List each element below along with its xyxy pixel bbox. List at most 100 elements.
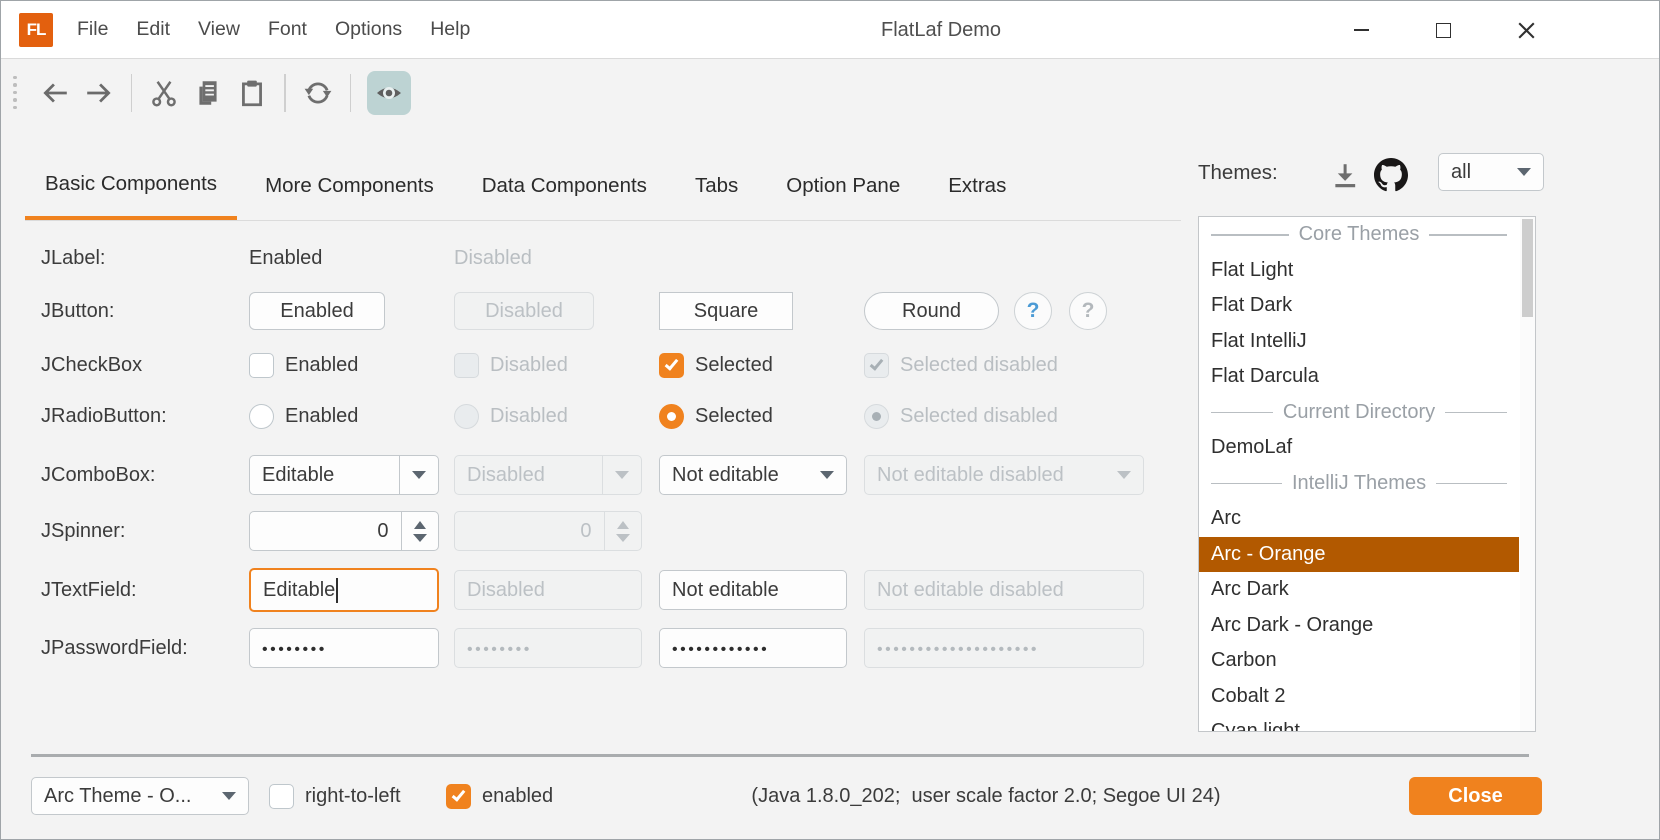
themes-label: Themes:	[1198, 161, 1278, 185]
checkbox-box-checked	[659, 353, 684, 378]
cut-button[interactable]	[142, 71, 186, 115]
paste-icon	[237, 78, 267, 108]
row-jlabel: JLabel: Enabled Disabled	[41, 243, 1186, 273]
theme-item-flat-dark[interactable]: Flat Dark	[1199, 288, 1519, 324]
tab-extras[interactable]: Extras	[928, 151, 1026, 220]
jbutton-enabled[interactable]: Enabled	[249, 292, 385, 330]
close-window-button[interactable]	[1498, 1, 1554, 59]
enabled-checkbox[interactable]: enabled	[446, 777, 553, 815]
paste-button[interactable]	[230, 71, 274, 115]
jbutton-round[interactable]: Round	[864, 292, 999, 330]
themes-scrollbar[interactable]	[1520, 217, 1535, 731]
menu-view[interactable]: View	[184, 1, 254, 59]
jbutton-help-gray[interactable]: ?	[1069, 292, 1107, 330]
menu-options[interactable]: Options	[321, 1, 416, 59]
forward-button[interactable]	[77, 71, 121, 115]
textfield-not-editable[interactable]: Not editable	[659, 570, 847, 610]
close-icon	[1518, 22, 1535, 39]
theme-item-arc-dark[interactable]: Arc Dark	[1199, 572, 1519, 608]
checkbox-box-checked	[864, 353, 889, 378]
tab-tabs[interactable]: Tabs	[675, 151, 758, 220]
jcombobox-row-label: JComboBox:	[41, 464, 156, 487]
tabbar: Basic Components More Components Data Co…	[25, 151, 1181, 221]
theme-filter-value: all	[1439, 161, 1505, 184]
theme-group-separator: Current Directory	[1199, 395, 1519, 431]
theme-item-arc-orange-selected[interactable]: Arc - Orange	[1199, 537, 1519, 573]
titlebar: FL File Edit View Font Options Help Flat…	[1, 1, 1659, 59]
jbutton-square[interactable]: Square	[659, 292, 793, 330]
right-to-left-checkbox[interactable]: right-to-left	[269, 777, 401, 815]
checkbox-selected[interactable]: Selected	[659, 353, 773, 378]
textfield-disabled: Disabled	[454, 570, 642, 610]
spinner-buttons[interactable]	[402, 521, 438, 542]
theme-item-arc-dark-orange[interactable]: Arc Dark - Orange	[1199, 608, 1519, 644]
theme-item-flat-intellij[interactable]: Flat IntelliJ	[1199, 324, 1519, 360]
theme-item-demolaf[interactable]: DemoLaf	[1199, 430, 1519, 466]
theme-item-carbon[interactable]: Carbon	[1199, 643, 1519, 679]
theme-group-separator: Core Themes	[1199, 217, 1519, 253]
theme-filter-combobox[interactable]: all	[1438, 153, 1544, 191]
spinner-up-icon	[617, 521, 629, 529]
theme-item-flat-light[interactable]: Flat Light	[1199, 253, 1519, 289]
eye-toggle-button[interactable]	[367, 71, 411, 115]
download-themes-button[interactable]	[1327, 158, 1363, 194]
tab-data-components[interactable]: Data Components	[462, 151, 667, 220]
passwordfield-not-editable[interactable]: ••••••••••••	[659, 628, 847, 668]
combobox-not-editable[interactable]: Not editable	[659, 455, 847, 495]
theme-item-cobalt-2[interactable]: Cobalt 2	[1199, 679, 1519, 715]
row-jspinner: JSpinner: 0 0	[41, 511, 1186, 551]
radio-selected[interactable]: Selected	[659, 404, 773, 429]
close-button[interactable]: Close	[1409, 777, 1542, 815]
jtextfield-row-label: JTextField:	[41, 579, 137, 602]
window-title: FlatLaf Demo	[881, 1, 1001, 59]
jbutton-help-blue[interactable]: ?	[1014, 292, 1052, 330]
back-button[interactable]	[33, 71, 77, 115]
theme-item-flat-darcula[interactable]: Flat Darcula	[1199, 359, 1519, 395]
theme-selector-value: Arc Theme - O...	[32, 785, 210, 808]
forward-arrow-icon	[84, 78, 114, 108]
menu-help[interactable]: Help	[416, 1, 484, 59]
refresh-button[interactable]	[296, 71, 340, 115]
checkmark-icon	[870, 356, 884, 370]
eye-icon	[375, 79, 403, 107]
passwordfield-enabled[interactable]: ••••••••	[249, 628, 439, 668]
theme-selector-combobox[interactable]: Arc Theme - O...	[31, 777, 249, 815]
theme-item-cyan-light[interactable]: Cyan light	[1199, 714, 1519, 732]
theme-item-arc[interactable]: Arc	[1199, 501, 1519, 537]
toolbar-grip[interactable]	[13, 76, 17, 110]
radio-dot	[872, 412, 881, 421]
spinner-enabled[interactable]: 0	[249, 511, 439, 551]
checkbox-box	[454, 353, 479, 378]
github-link[interactable]	[1373, 157, 1409, 193]
copy-button[interactable]	[186, 71, 230, 115]
menu-font[interactable]: Font	[254, 1, 321, 59]
maximize-button[interactable]	[1415, 1, 1471, 59]
jlabel-row-label: JLabel:	[41, 247, 106, 270]
radio-circle	[249, 404, 274, 429]
scissors-icon	[149, 78, 179, 108]
combobox-editable[interactable]: Editable	[249, 455, 439, 495]
themes-scrollbar-thumb[interactable]	[1522, 219, 1533, 317]
checkbox-selected-disabled: Selected disabled	[864, 353, 1058, 378]
menu-file[interactable]: File	[63, 1, 122, 59]
maximize-icon	[1436, 23, 1451, 38]
spinner-up-icon	[414, 521, 426, 529]
spinner-down-icon	[413, 534, 427, 542]
textfield-not-editable-disabled: Not editable disabled	[864, 570, 1144, 610]
github-icon	[1374, 158, 1408, 192]
tab-basic-components[interactable]: Basic Components	[25, 151, 237, 220]
themes-list[interactable]: Core Themes Flat Light Flat Dark Flat In…	[1198, 216, 1536, 732]
minimize-button[interactable]	[1333, 1, 1389, 59]
menu-edit[interactable]: Edit	[122, 1, 184, 59]
checkbox-enabled[interactable]: Enabled	[249, 353, 358, 378]
jpasswordfield-row-label: JPasswordField:	[41, 637, 188, 660]
passwordfield-disabled: ••••••••	[454, 628, 642, 668]
checkbox-box	[249, 353, 274, 378]
toolbar	[1, 59, 1659, 126]
combobox-not-editable-disabled: Not editable disabled	[864, 455, 1144, 495]
tab-more-components[interactable]: More Components	[245, 151, 454, 220]
textfield-editable-focused[interactable]: Editable	[249, 568, 439, 612]
jradiobutton-row-label: JRadioButton:	[41, 405, 167, 428]
radio-enabled[interactable]: Enabled	[249, 404, 358, 429]
tab-option-pane[interactable]: Option Pane	[766, 151, 920, 220]
